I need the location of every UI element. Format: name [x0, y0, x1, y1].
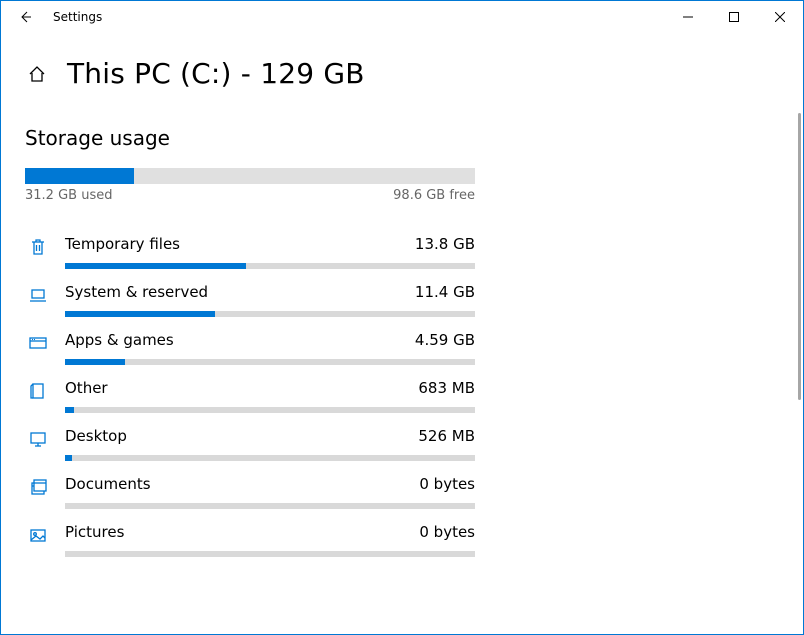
window-title: Settings	[43, 10, 102, 24]
page-header: This PC (C:) - 129 GB	[25, 57, 779, 90]
category-item[interactable]: Documents 0 bytes	[25, 465, 475, 513]
category-item[interactable]: System & reserved 11.4 GB	[25, 273, 475, 321]
category-value: 0 bytes	[419, 475, 475, 493]
category-name: Documents	[65, 475, 151, 493]
content-area: This PC (C:) - 129 GB Storage usage 31.2…	[1, 33, 803, 634]
category-value: 0 bytes	[419, 523, 475, 541]
back-arrow-icon	[17, 9, 33, 25]
category-item[interactable]: Desktop 526 MB	[25, 417, 475, 465]
apps-icon	[25, 331, 51, 365]
close-button[interactable]	[757, 1, 803, 33]
category-value: 526 MB	[418, 427, 475, 445]
category-list: Temporary files 13.8 GB System & reserve…	[25, 225, 475, 561]
category-value: 4.59 GB	[415, 331, 475, 349]
storage-total-labels: 31.2 GB used 98.6 GB free	[25, 188, 475, 203]
title-bar: Settings	[1, 1, 803, 33]
category-item[interactable]: Apps & games 4.59 GB	[25, 321, 475, 369]
storage-free-label: 98.6 GB free	[393, 188, 475, 203]
category-bar	[65, 263, 475, 269]
home-button[interactable]	[25, 62, 49, 86]
category-bar	[65, 311, 475, 317]
category-body: Temporary files 13.8 GB	[65, 235, 475, 269]
category-body: Pictures 0 bytes	[65, 523, 475, 557]
category-bar-fill	[65, 455, 72, 461]
category-bar	[65, 503, 475, 509]
section-title: Storage usage	[25, 126, 475, 150]
monitor-icon	[25, 427, 51, 461]
category-name: System & reserved	[65, 283, 208, 301]
minimize-icon	[683, 12, 693, 22]
category-name: Other	[65, 379, 108, 397]
category-body: Other 683 MB	[65, 379, 475, 413]
back-button[interactable]	[7, 1, 43, 33]
scrollbar[interactable]	[797, 113, 803, 634]
category-name: Temporary files	[65, 235, 180, 253]
category-value: 11.4 GB	[415, 283, 475, 301]
category-bar	[65, 551, 475, 557]
category-name: Apps & games	[65, 331, 174, 349]
category-bar	[65, 407, 475, 413]
category-body: Desktop 526 MB	[65, 427, 475, 461]
category-body: System & reserved 11.4 GB	[65, 283, 475, 317]
document-icon	[25, 475, 51, 509]
window-controls	[665, 1, 803, 33]
category-bar-fill	[65, 359, 125, 365]
category-item[interactable]: Pictures 0 bytes	[25, 513, 475, 561]
category-bar-fill	[65, 407, 74, 413]
category-name: Desktop	[65, 427, 127, 445]
storage-total-bar	[25, 168, 475, 184]
category-item[interactable]: Other 683 MB	[25, 369, 475, 417]
category-body: Documents 0 bytes	[65, 475, 475, 509]
category-value: 13.8 GB	[415, 235, 475, 253]
storage-total-fill	[25, 168, 134, 184]
category-name: Pictures	[65, 523, 124, 541]
category-bar-fill	[65, 263, 246, 269]
category-bar	[65, 359, 475, 365]
category-bar	[65, 455, 475, 461]
category-value: 683 MB	[418, 379, 475, 397]
category-item[interactable]: Temporary files 13.8 GB	[25, 225, 475, 273]
storage-used-label: 31.2 GB used	[25, 188, 112, 203]
category-bar-fill	[65, 311, 215, 317]
other-icon	[25, 379, 51, 413]
category-body: Apps & games 4.59 GB	[65, 331, 475, 365]
maximize-icon	[729, 12, 739, 22]
scrollbar-thumb[interactable]	[798, 113, 801, 400]
picture-icon	[25, 523, 51, 557]
maximize-button[interactable]	[711, 1, 757, 33]
minimize-button[interactable]	[665, 1, 711, 33]
page-title: This PC (C:) - 129 GB	[67, 57, 365, 90]
home-icon	[27, 64, 47, 84]
trash-icon	[25, 235, 51, 269]
laptop-icon	[25, 283, 51, 317]
close-icon	[775, 12, 785, 22]
